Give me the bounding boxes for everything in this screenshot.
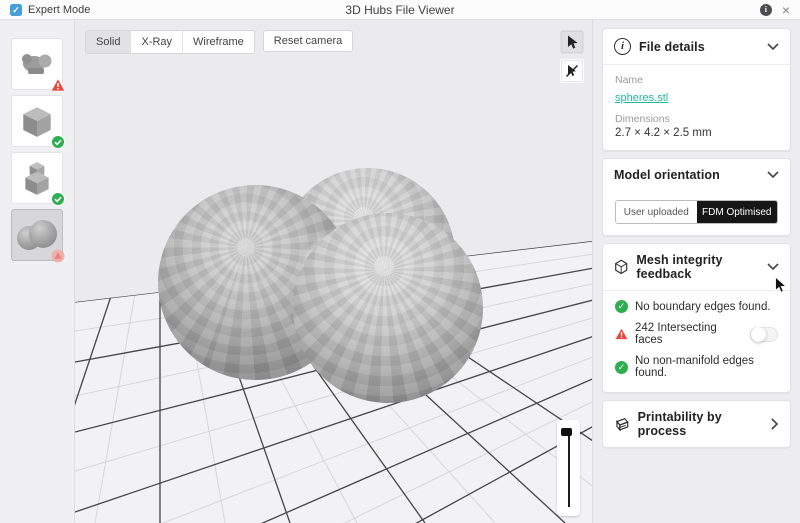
printability-header[interactable]: Printability by process <box>603 401 790 447</box>
view-mode-toolbar: Solid X-Ray Wireframe Reset camera <box>85 30 353 54</box>
xray-view-button[interactable]: X-Ray <box>130 31 182 53</box>
wireframe-view-button[interactable]: Wireframe <box>182 31 254 53</box>
mesh-check-row: ✓ No non-manifold edges found. <box>615 355 778 379</box>
model-thumbnail-1[interactable] <box>11 38 63 90</box>
printability-title: Printability by process <box>638 410 763 438</box>
model-thumbnail-sidebar <box>0 20 75 523</box>
tool-column <box>560 30 584 83</box>
warning-muted-badge-icon <box>51 249 65 263</box>
name-label: Name <box>615 74 778 86</box>
file-details-title: File details <box>639 40 705 54</box>
zoom-slider-handle[interactable] <box>561 428 572 436</box>
cube-wireframe-icon <box>614 258 628 276</box>
dimensions-label: Dimensions <box>615 113 778 125</box>
mesh-warning-text: 242 Intersecting faces <box>635 322 743 346</box>
select-cursor-tool[interactable] <box>560 30 584 54</box>
chevron-right-icon <box>771 418 779 430</box>
model-thumbnail-2[interactable] <box>11 95 63 147</box>
model-thumbnail-3[interactable] <box>11 152 63 204</box>
mesh-check-text: No non-manifold edges found. <box>635 355 778 379</box>
model-orientation-card: Model orientation User uploaded FDM Opti… <box>602 158 791 236</box>
file-name-link[interactable]: spheres.stl <box>615 92 668 104</box>
file-info-icon: i <box>614 38 631 55</box>
mesh-check-row: ✓ No boundary edges found. <box>615 300 778 313</box>
close-icon[interactable]: × <box>782 4 790 16</box>
details-panel: i File details Name spheres.stl Dimensio… <box>592 20 800 523</box>
mesh-integrity-header[interactable]: Mesh integrity feedback <box>603 244 790 290</box>
mesh-integrity-card: Mesh integrity feedback ✓ No boundary ed… <box>602 243 791 393</box>
mesh-warning-row: 242 Intersecting faces <box>615 322 778 346</box>
chevron-down-icon <box>767 263 779 271</box>
top-bar: ✓ Expert Mode 3D Hubs File Viewer i × <box>0 0 800 20</box>
model-orientation-title: Model orientation <box>614 168 720 182</box>
deselect-cursor-tool[interactable] <box>560 59 584 83</box>
model-thumbnail-4[interactable] <box>11 209 63 261</box>
warning-triangle-icon <box>615 328 628 340</box>
model-preview-spheres <box>17 220 57 250</box>
zoom-slider[interactable] <box>557 420 580 516</box>
success-check-icon: ✓ <box>615 300 628 313</box>
file-details-card: i File details Name spheres.stl Dimensio… <box>602 28 791 151</box>
zoom-slider-track <box>568 429 570 507</box>
model-orientation-header[interactable]: Model orientation <box>603 159 790 191</box>
intersecting-faces-toggle[interactable] <box>750 327 778 342</box>
mesh-check-text: No boundary edges found. <box>635 301 771 313</box>
printability-icon <box>614 416 630 433</box>
success-badge-icon <box>51 135 65 149</box>
viewer-3d-canvas[interactable]: Solid X-Ray Wireframe Reset camera <box>75 20 592 523</box>
warning-badge-icon <box>51 78 65 92</box>
printability-card: Printability by process <box>602 400 791 448</box>
reset-camera-button[interactable]: Reset camera <box>263 30 353 52</box>
cursor-arrow-icon <box>566 35 579 50</box>
toggle-knob <box>751 327 766 342</box>
info-icon[interactable]: i <box>760 4 772 16</box>
success-check-icon: ✓ <box>615 361 628 374</box>
sphere-front <box>293 213 483 403</box>
chevron-down-icon <box>767 171 779 179</box>
segment-fdm-optimised[interactable]: FDM Optimised <box>697 201 778 223</box>
cursor-disabled-icon <box>565 64 579 78</box>
dimensions-value: 2.7 × 4.2 × 2.5 mm <box>615 127 778 139</box>
window-title: 3D Hubs File Viewer <box>0 3 800 17</box>
solid-view-button[interactable]: Solid <box>86 31 130 53</box>
success-badge-icon <box>51 192 65 206</box>
file-details-header[interactable]: i File details <box>603 29 790 64</box>
chevron-down-icon <box>767 43 779 51</box>
segment-user-uploaded[interactable]: User uploaded <box>616 201 697 223</box>
mesh-integrity-title: Mesh integrity feedback <box>636 253 759 281</box>
orientation-segmented-control: User uploaded FDM Optimised <box>615 200 778 224</box>
model-preview-complex <box>17 47 57 81</box>
app-window: ✓ Expert Mode 3D Hubs File Viewer i × <box>0 0 800 523</box>
